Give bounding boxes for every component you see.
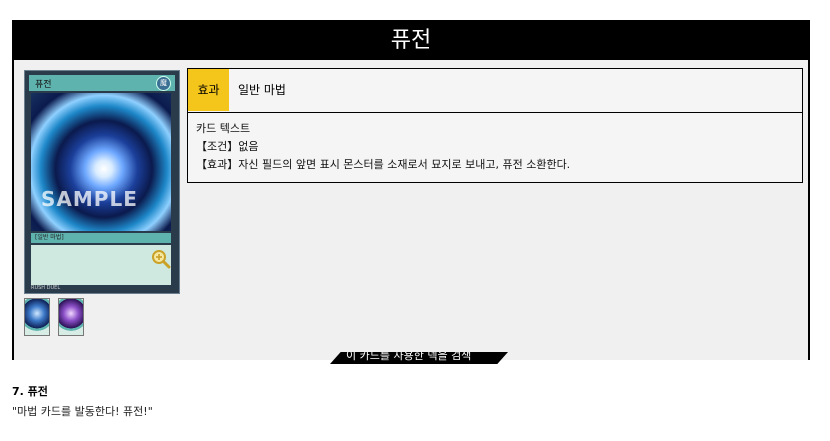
card-thumbnail-1[interactable]: [24, 298, 50, 336]
card-detail-panel: 퓨전 퓨전 魔 SAMPLE [일반 마법] RUSH DUEL 효과 일반 마…: [12, 20, 810, 364]
card-thumbnail-2[interactable]: [58, 298, 84, 336]
card-effect: 【효과】자신 필드의 앞면 표시 몬스터를 소재로서 묘지로 보내고, 퓨전 소…: [196, 158, 571, 171]
card-info-box: 효과 일반 마법 카드 텍스트 【조건】없음 【효과】자신 필드의 앞면 표시 …: [187, 68, 803, 183]
card-image[interactable]: 퓨전 魔 SAMPLE [일반 마법] RUSH DUEL: [24, 70, 180, 294]
card-type-line: [일반 마법]: [31, 233, 171, 243]
entry-quote: "마법 카드를 발동한다! 퓨전!": [12, 405, 153, 418]
sample-watermark: SAMPLE: [41, 187, 138, 211]
panel-title: 퓨전: [14, 22, 808, 60]
card-name: 퓨전: [35, 80, 52, 90]
entry-title: 7. 퓨전: [12, 385, 48, 398]
attribute-icon: 魔: [156, 76, 171, 91]
search-decks-label: 이 카드를 사용한 덱을 검색: [346, 352, 472, 362]
effect-row: 효과 일반 마법: [188, 69, 802, 113]
magnifier-plus-icon[interactable]: [151, 249, 171, 269]
card-text-header: 카드 텍스트: [196, 122, 251, 135]
effect-label: 효과: [188, 69, 229, 111]
effect-type: 일반 마법: [238, 83, 286, 97]
search-decks-button[interactable]: 이 카드를 사용한 덱을 검색: [330, 352, 508, 364]
card-name-bar: 퓨전 魔: [29, 75, 175, 91]
card-condition: 【조건】없음: [196, 140, 259, 153]
card-footer: RUSH DUEL: [31, 285, 61, 291]
card-text-block: 카드 텍스트 【조건】없음 【효과】자신 필드의 앞면 표시 몬스터를 소재로서…: [188, 113, 802, 181]
card-text-box: [31, 245, 171, 285]
